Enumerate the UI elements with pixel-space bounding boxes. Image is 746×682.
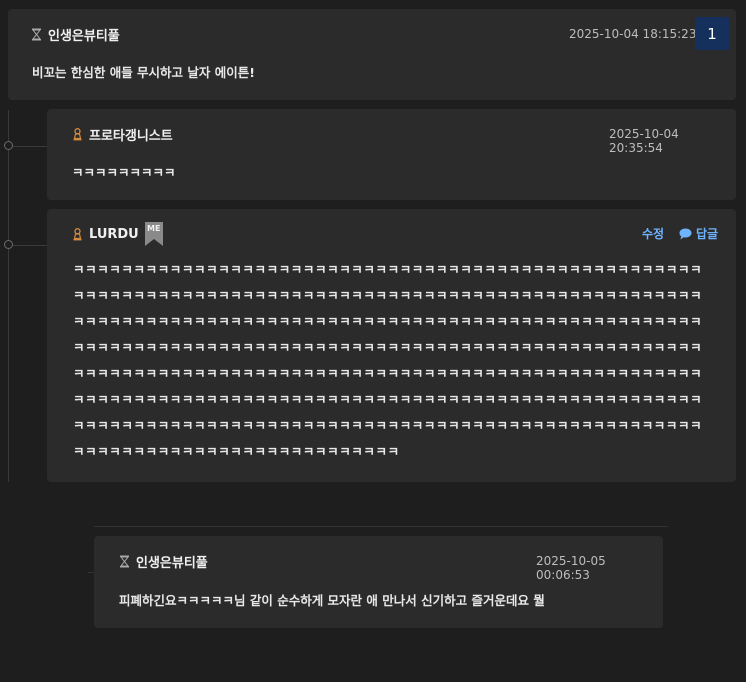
pawn-icon [73, 227, 82, 240]
comment-author[interactable]: LURDU ME [72, 222, 163, 246]
speech-bubble-icon [679, 228, 692, 239]
author-name: 인생은뷰티풀 [136, 556, 208, 571]
comment-date: 2025-10-05 00:06:53 [536, 554, 606, 582]
thread-node [4, 141, 13, 150]
comment-text: 비꼬는 한심한 애들 무시하고 날자 에이튼! [32, 65, 255, 80]
thread-line-vertical [8, 110, 9, 482]
comment-author[interactable]: 인생은뷰티풀 [31, 25, 120, 44]
thread-line-branch [12, 245, 47, 246]
comment-text: 피폐하긴요ㅋㅋㅋㅋㅋ님 같이 순수하게 모자란 애 만나서 신기하고 즐거운데요… [119, 593, 545, 608]
comment-text: ㅋㅋㅋㅋㅋㅋㅋㅋㅋ [72, 165, 176, 180]
comment-card: LURDU ME 수정 답글 ㅋㅋㅋㅋㅋㅋㅋㅋㅋㅋㅋㅋㅋㅋㅋㅋㅋㅋㅋㅋㅋㅋㅋㅋㅋ… [47, 209, 736, 482]
author-name: 인생은뷰티풀 [48, 29, 120, 44]
comment-date: 2025-10-04 20:35:54 [609, 127, 679, 155]
me-tag: ME [144, 222, 163, 246]
thread-node [4, 240, 13, 249]
count-badge[interactable]: 1 [695, 17, 729, 50]
pawn-icon [73, 128, 82, 141]
edit-button[interactable]: 수정 [642, 225, 664, 242]
thread-line-branch [12, 146, 47, 147]
hourglass-icon [119, 555, 130, 568]
reply-label: 답글 [696, 227, 719, 241]
hourglass-icon [31, 28, 42, 41]
author-name: LURDU [89, 226, 139, 242]
divider [94, 526, 668, 527]
me-tag-label: ME [147, 224, 161, 233]
reply-button[interactable]: 답글 [679, 225, 718, 242]
edit-label: 수정 [642, 227, 665, 241]
comment-text: ㅋㅋㅋㅋㅋㅋㅋㅋㅋㅋㅋㅋㅋㅋㅋㅋㅋㅋㅋㅋㅋㅋㅋㅋㅋㅋㅋㅋㅋㅋㅋㅋㅋㅋㅋㅋㅋㅋㅋㅋ… [73, 262, 703, 459]
comment-author[interactable]: 프로타갱니스트 [72, 125, 173, 144]
comment-author[interactable]: 인생은뷰티풀 [119, 552, 208, 571]
comment-card: 인생은뷰티풀 2025-10-05 00:06:53 피폐하긴요ㅋㅋㅋㅋㅋ님 같… [94, 536, 663, 628]
comment-card: 프로타갱니스트 2025-10-04 20:35:54 ㅋㅋㅋㅋㅋㅋㅋㅋㅋ [47, 109, 736, 200]
comment-date: 2025-10-04 18:15:23 [569, 27, 697, 41]
author-name: 프로타갱니스트 [89, 129, 173, 144]
comment-card: 인생은뷰티풀 2025-10-04 18:15:23 1 비꼬는 한심한 애들 … [8, 9, 736, 100]
